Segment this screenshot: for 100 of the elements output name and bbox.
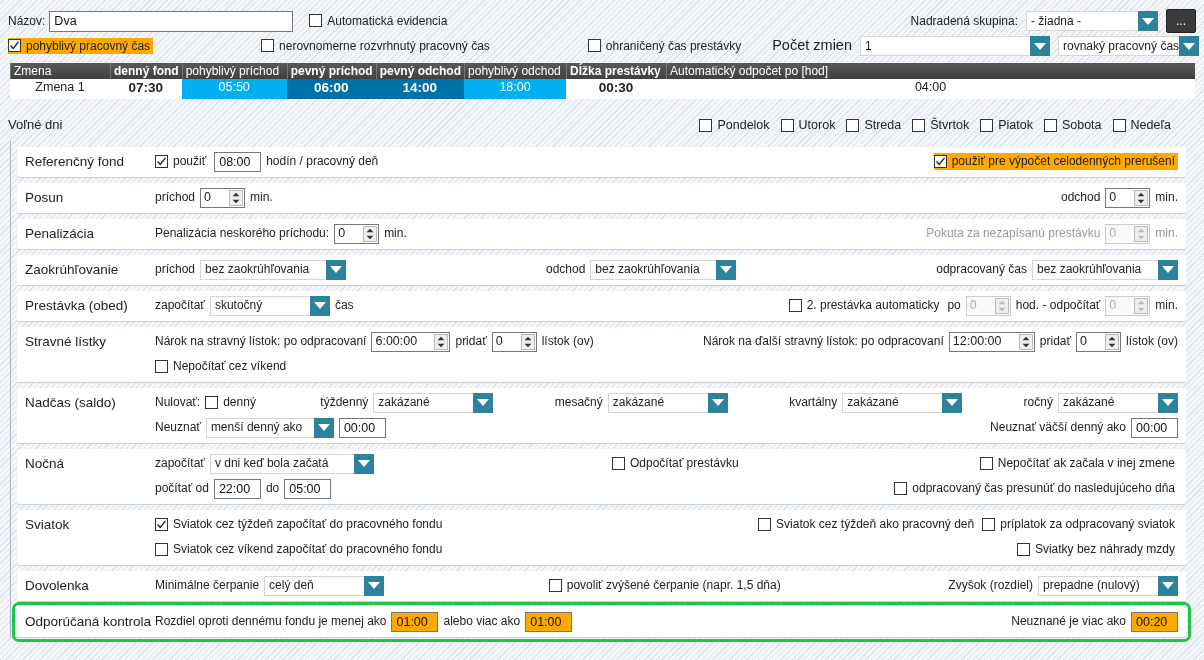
checkbox[interactable] [548, 579, 562, 593]
dropdown[interactable]: - žiadna - [1026, 11, 1158, 31]
time-field[interactable]: 01:00 [525, 611, 573, 632]
checkbox-option[interactable]: denný [205, 394, 259, 411]
spin-buttons[interactable] [1134, 189, 1149, 206]
checkbox[interactable] [758, 518, 772, 532]
checkbox-option[interactable]: Piatok [980, 116, 1036, 134]
dropdown[interactable]: v dni keď bola začatá [209, 453, 374, 474]
checkbox-option[interactable]: Utorok [780, 116, 839, 134]
dropdown[interactable]: bez zaokrúhľovania [200, 259, 347, 280]
spin-buttons[interactable] [520, 333, 535, 350]
dropdown-button[interactable] [1157, 392, 1178, 413]
checkbox[interactable] [1016, 543, 1030, 557]
spin-buttons[interactable] [434, 333, 449, 350]
dropdown-button[interactable] [309, 295, 330, 316]
dropdown[interactable]: rovnaký pracovný čas [1058, 36, 1196, 56]
spin-buttons[interactable] [229, 189, 244, 206]
checkbox-option[interactable]: Sviatok cez týždeň započítať do pracovného fondu [155, 516, 446, 533]
checkbox-option[interactable]: ohraničený čas prestávky [587, 37, 745, 55]
spin-field[interactable]: 6:00:00 [371, 331, 451, 352]
checkbox[interactable] [780, 118, 794, 132]
checkbox[interactable] [8, 39, 21, 53]
checkbox[interactable] [155, 518, 168, 532]
checkbox[interactable] [587, 39, 601, 53]
checkbox[interactable] [205, 396, 219, 410]
dropdown-button[interactable] [364, 575, 385, 596]
time-field[interactable]: 01:00 [391, 611, 439, 632]
spin-buttons[interactable] [363, 225, 378, 242]
checkbox-option[interactable]: Sviatok cez týždeň ako pracovný deň [758, 516, 978, 533]
dropdown[interactable]: bez zaokrúhľovania [590, 259, 737, 280]
dropdown-button[interactable] [942, 392, 963, 413]
checkbox[interactable] [982, 518, 996, 532]
dropdown[interactable]: celý deň [264, 575, 385, 596]
checkbox[interactable] [261, 39, 275, 53]
checkbox[interactable] [933, 155, 947, 169]
checkbox[interactable] [155, 543, 168, 557]
checkbox-option[interactable]: Streda [846, 116, 905, 134]
spin-field[interactable]: 0 [491, 331, 537, 352]
dropdown-button[interactable] [1030, 36, 1050, 56]
checkbox[interactable] [912, 118, 926, 132]
checkbox-option[interactable]: použiť pre výpočet celodenných prerušení [933, 153, 1178, 170]
checkbox-option[interactable]: Odpočítať prestávku [612, 455, 742, 472]
checkbox[interactable] [155, 360, 168, 374]
dropdown[interactable]: zakázané [373, 392, 494, 413]
browse-button[interactable]: ... [1166, 9, 1196, 33]
dropdown[interactable]: skutočný [209, 295, 330, 316]
checkbox-option[interactable]: Nepočítať ak začala v inej zmene [979, 455, 1178, 472]
checkbox-option[interactable]: Sviatok cez víkend započítať do pracovného fondu [155, 541, 446, 558]
name-field[interactable]: Dva [49, 10, 294, 32]
dropdown[interactable]: zakázané [1057, 392, 1178, 413]
dropdown-button[interactable] [1179, 36, 1200, 56]
dropdown[interactable]: prepadne (nulový) [1038, 575, 1178, 596]
dropdown-button[interactable] [353, 453, 374, 474]
checkbox-option[interactable]: Sviatky bez náhrady mzdy [1016, 541, 1178, 558]
dropdown[interactable]: zakázané [842, 392, 963, 413]
time-field[interactable]: 00:00 [1131, 417, 1178, 438]
dropdown[interactable]: bez zaokrúhľovania [1032, 259, 1178, 280]
checkbox[interactable] [846, 118, 860, 132]
time-field[interactable]: 00:20 [1131, 611, 1178, 632]
dropdown-button[interactable] [716, 259, 737, 280]
checkbox-option[interactable]: Sobota [1043, 116, 1105, 134]
checkbox[interactable] [980, 118, 994, 132]
spin-field[interactable]: 12:00:00 [948, 331, 1035, 352]
dropdown-button[interactable] [707, 392, 728, 413]
time-field[interactable]: 22:00 [213, 478, 261, 499]
checkbox-option[interactable]: použiť [155, 153, 210, 170]
checkbox-option[interactable]: pohyblivý pracovný čas [8, 37, 154, 55]
checkbox-option[interactable]: povoliť zvýšené čerpanie (napr. 1,5 dňa) [548, 577, 784, 594]
spin-field[interactable]: 0 [200, 187, 246, 208]
dropdown[interactable]: zakázané [607, 392, 728, 413]
checkbox-option[interactable]: Štvrtok [912, 116, 973, 134]
checkbox-option[interactable]: Nepočítať cez víkend [155, 358, 290, 375]
spin-field[interactable]: 0 [1076, 331, 1121, 352]
time-field[interactable]: 00:00 [338, 417, 386, 438]
dropdown[interactable]: 1 [860, 36, 1050, 56]
dropdown-button[interactable] [313, 417, 334, 438]
checkbox[interactable] [699, 118, 713, 132]
checkbox[interactable] [309, 14, 323, 28]
dropdown[interactable]: menší denný ako [205, 417, 334, 438]
checkbox[interactable] [894, 482, 908, 496]
checkbox[interactable] [1112, 118, 1126, 132]
checkbox-option[interactable]: Nedeľa [1112, 116, 1174, 134]
checkbox-option[interactable]: Pondelok [699, 116, 773, 134]
checkbox-option[interactable]: príplatok za odpracovaný sviatok [982, 516, 1178, 533]
checkbox-option[interactable]: Automatická evidencia [309, 12, 451, 30]
dropdown-button[interactable] [1138, 11, 1158, 31]
checkbox[interactable] [788, 299, 802, 313]
checkbox[interactable] [155, 155, 168, 169]
checkbox[interactable] [979, 457, 993, 471]
spin-field[interactable]: 0 [334, 223, 380, 244]
time-field[interactable]: 05:00 [284, 478, 332, 499]
checkbox-option[interactable]: nerovnomerne rozvrhnutý pracovný čas [261, 37, 493, 55]
time-field[interactable]: 08:00 [214, 151, 262, 172]
dropdown-button[interactable] [1158, 259, 1178, 280]
checkbox-option[interactable]: 2. prestávka automaticky [788, 297, 943, 314]
spin-field[interactable]: 0 [1105, 187, 1151, 208]
dropdown-button[interactable] [326, 259, 347, 280]
dropdown-button[interactable] [473, 392, 494, 413]
spin-buttons[interactable] [1018, 333, 1033, 350]
checkbox[interactable] [1043, 118, 1057, 132]
